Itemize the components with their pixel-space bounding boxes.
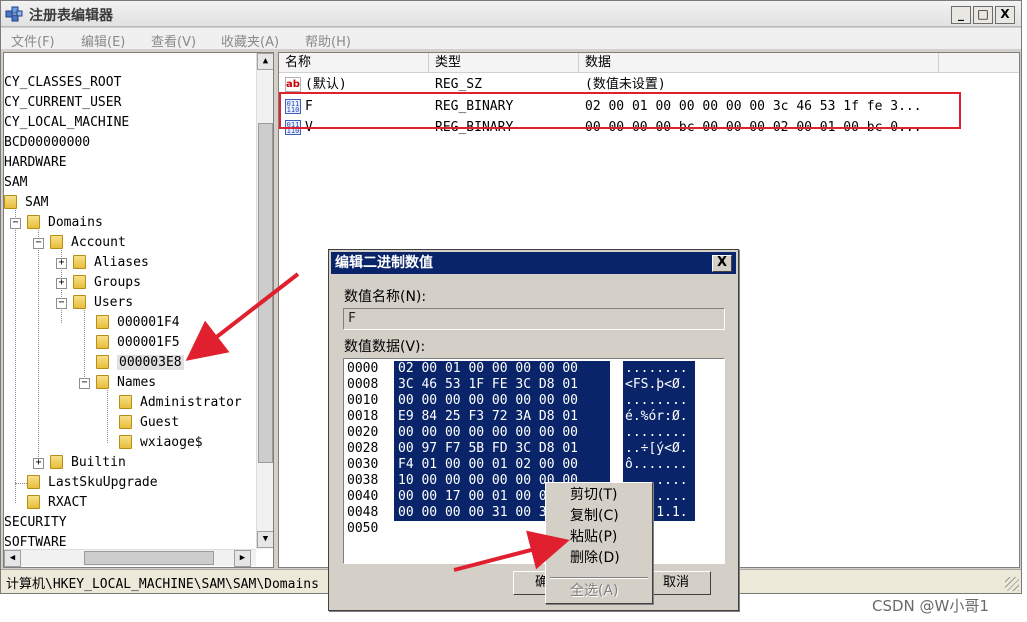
dialog-close-button[interactable]: X: [712, 255, 732, 272]
value-data-label: 数值数据(V):: [344, 339, 426, 355]
tree-node[interactable]: CY_CURRENT_USER: [4, 93, 121, 113]
tree-node[interactable]: SECURITY: [4, 513, 67, 533]
tree-node[interactable]: SAM: [4, 173, 27, 193]
value-name-field[interactable]: F: [343, 308, 725, 330]
folder-icon: [119, 394, 132, 409]
scroll-left-icon[interactable]: ◀: [4, 550, 21, 567]
menu-edit[interactable]: 编辑(E): [81, 31, 125, 50]
scroll-thumb[interactable]: [84, 551, 214, 565]
column-header-name[interactable]: 名称: [279, 53, 429, 73]
watermark: CSDN @W小哥1: [872, 597, 989, 615]
resize-grip-icon[interactable]: [1005, 577, 1019, 591]
tree-node[interactable]: 000001F4: [96, 313, 180, 333]
folder-icon: [119, 434, 132, 449]
folder-icon: [50, 454, 63, 469]
folder-icon: [96, 314, 109, 329]
context-menu: 剪切(T) 复制(C) 粘贴(P) 删除(D) 全选(A): [545, 482, 653, 604]
scroll-right-icon[interactable]: ▶: [234, 550, 251, 567]
tree-node[interactable]: BCD00000000: [4, 133, 90, 153]
dialog-title: 编辑二进制数值: [335, 255, 433, 271]
folder-icon: [73, 294, 86, 309]
menu-bar: 文件(F) 编辑(E) 查看(V) 收藏夹(A) 帮助(H): [1, 28, 1021, 50]
menu-item-copy[interactable]: 复制(C): [548, 506, 650, 527]
collapse-icon[interactable]: −: [10, 218, 21, 229]
title-bar[interactable]: 注册表编辑器 _ □ X: [1, 1, 1021, 27]
folder-icon: [27, 474, 40, 489]
red-highlight-box: [279, 92, 961, 129]
tree-node[interactable]: Users: [73, 293, 133, 313]
tree-node[interactable]: Guest: [119, 413, 179, 433]
tree-node[interactable]: HARDWARE: [4, 153, 67, 173]
tree-horizontal-scrollbar[interactable]: ◀ ▶: [4, 549, 256, 567]
expand-icon[interactable]: +: [56, 258, 67, 269]
window-title: 注册表编辑器: [29, 8, 113, 24]
collapse-icon[interactable]: −: [79, 378, 90, 389]
menu-view[interactable]: 查看(V): [151, 31, 196, 50]
string-value-icon: ab: [285, 77, 301, 92]
menu-file[interactable]: 文件(F): [11, 31, 55, 50]
folder-icon: [73, 254, 86, 269]
scroll-thumb[interactable]: [258, 123, 273, 463]
tree-node[interactable]: Domains: [27, 213, 103, 233]
folder-icon: [73, 274, 86, 289]
tree-node[interactable]: Names: [96, 373, 156, 393]
dialog-title-bar[interactable]: 编辑二进制数值 X: [331, 252, 736, 274]
menu-item-select-all: 全选(A): [570, 583, 619, 599]
tree-node[interactable]: CY_CLASSES_ROOT: [4, 73, 121, 93]
tree-node[interactable]: RXACT: [27, 493, 87, 513]
collapse-icon[interactable]: −: [56, 298, 67, 309]
expand-icon[interactable]: +: [33, 458, 44, 469]
registry-tree-pane[interactable]: CY_CLASSES_ROOT CY_CURRENT_USER CY_LOCAL…: [3, 52, 274, 568]
folder-icon: [119, 414, 132, 429]
status-path: 计算机\HKEY_LOCAL_MACHINE\SAM\SAM\Domains: [6, 577, 319, 592]
menu-item-delete[interactable]: 删除(D): [548, 548, 650, 569]
hex-editor[interactable]: 0000 02 00 01 00 00 00 00 00........ 0008…: [343, 358, 725, 564]
column-header-type[interactable]: 类型: [429, 53, 579, 73]
value-name-label: 数值名称(N):: [344, 289, 427, 305]
menu-item-cut[interactable]: 剪切(T): [548, 485, 650, 506]
tree-node[interactable]: 000001F5: [96, 333, 180, 353]
maximize-button[interactable]: □: [973, 6, 993, 24]
tree-node[interactable]: wxiaoge$: [119, 433, 203, 453]
column-header-data[interactable]: 数据: [579, 53, 939, 73]
menu-favorites[interactable]: 收藏夹(A): [221, 31, 279, 50]
folder-icon: [96, 334, 109, 349]
folder-icon: [27, 494, 40, 509]
collapse-icon[interactable]: −: [33, 238, 44, 249]
tree-node[interactable]: Administrator: [119, 393, 242, 413]
tree-node[interactable]: Account: [50, 233, 126, 253]
tree-node[interactable]: Builtin: [50, 453, 126, 473]
folder-icon: [96, 374, 109, 389]
menu-help[interactable]: 帮助(H): [305, 31, 351, 50]
edit-binary-dialog: 编辑二进制数值 X 数值名称(N): F 数值数据(V): 0000 02 00 …: [328, 249, 739, 611]
close-button[interactable]: X: [995, 6, 1015, 24]
tree-node[interactable]: LastSkuUpgrade: [27, 473, 158, 493]
regedit-app-icon: [5, 6, 23, 22]
scroll-up-icon[interactable]: ▲: [257, 53, 273, 70]
tree-vertical-scrollbar[interactable]: ▲ ▼: [256, 53, 273, 549]
tree-node[interactable]: Groups: [73, 273, 141, 293]
tree-node-selected[interactable]: 000003E8: [96, 353, 184, 373]
scroll-down-icon[interactable]: ▼: [257, 531, 273, 548]
folder-icon: [27, 214, 40, 229]
menu-separator: [550, 577, 648, 579]
tree-node[interactable]: Aliases: [73, 253, 149, 273]
tree-node[interactable]: CY_LOCAL_MACHINE: [4, 113, 129, 133]
folder-icon: [50, 234, 63, 249]
folder-icon: [96, 354, 109, 369]
list-header: 名称 类型 数据: [279, 53, 1019, 73]
minimize-button[interactable]: _: [951, 6, 971, 24]
tree-node[interactable]: SAM: [4, 193, 48, 213]
expand-icon[interactable]: +: [56, 278, 67, 289]
folder-icon: [4, 194, 17, 209]
menu-item-paste[interactable]: 粘贴(P): [548, 527, 650, 548]
